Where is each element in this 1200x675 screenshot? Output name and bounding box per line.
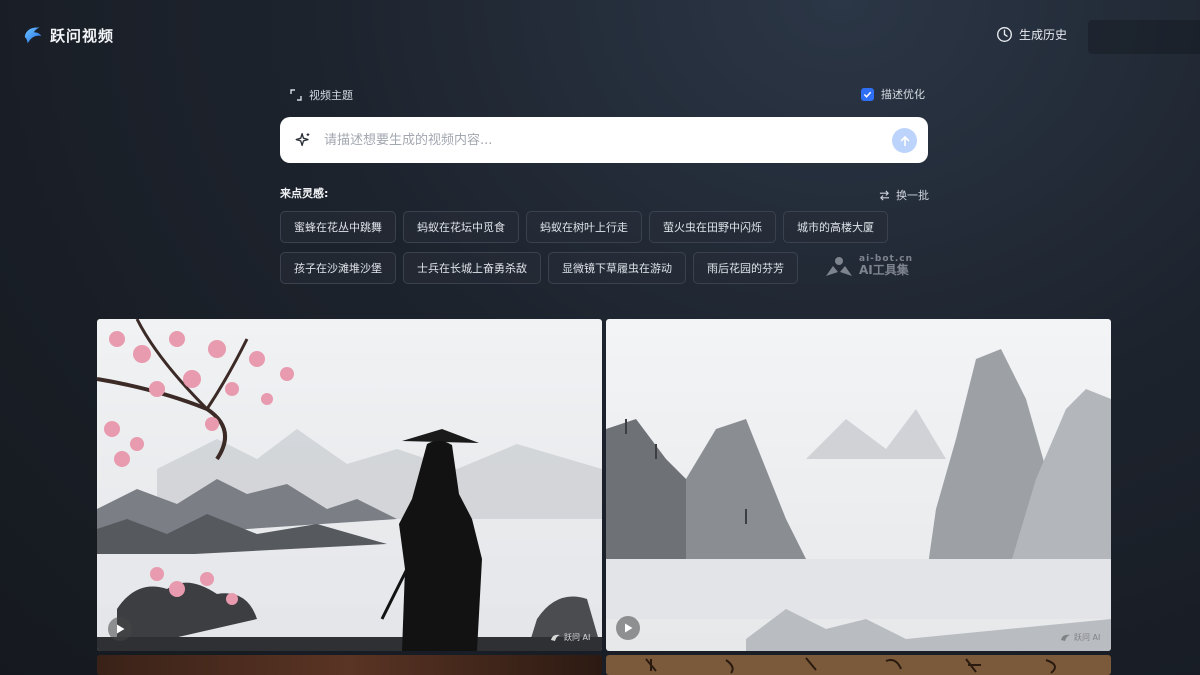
refresh-button[interactable]: 换一批: [879, 187, 929, 203]
video-card-partial[interactable]: [606, 655, 1111, 675]
dolphin-logo-icon: [24, 27, 42, 44]
chip-row-1: 蜜蜂在花丛中跳舞 蚂蚁在花坛中觅食 蚂蚁在树叶上行走 萤火虫在田野中闪烁 城市的…: [280, 211, 888, 243]
app-name: 跃问视频: [50, 26, 115, 45]
user-area[interactable]: [1088, 20, 1200, 54]
video-card-mountains[interactable]: 跃问 AI: [606, 319, 1111, 651]
clock-icon: [997, 27, 1012, 42]
refresh-label: 换一批: [896, 189, 929, 202]
video-thumbnail: [645, 657, 1056, 674]
inspiration-title: 来点灵感:: [280, 187, 329, 200]
sparkle-icon: [295, 133, 310, 147]
inspiration-chip[interactable]: 蚂蚁在树叶上行走: [526, 211, 642, 243]
inspiration-chip[interactable]: 城市的高楼大厦: [783, 211, 888, 243]
site-watermark: ai-bot.cn AI工具集: [824, 254, 913, 277]
inspiration-chip[interactable]: 蚂蚁在花坛中觅食: [403, 211, 519, 243]
optimize-checkbox[interactable]: [861, 87, 874, 101]
card-watermark: 跃问 AI: [1061, 632, 1100, 643]
watermark-logo-icon: [826, 256, 852, 276]
inspiration-chip[interactable]: 显微镜下草履虫在游动: [548, 252, 686, 284]
card-watermark-text: 跃问 AI: [1074, 633, 1101, 642]
check-icon: [863, 91, 872, 98]
play-icon: [116, 624, 124, 634]
play-button[interactable]: [616, 616, 640, 640]
expand-icon: [290, 89, 302, 101]
video-thumbnail: [606, 319, 1111, 651]
dolphin-logo-icon: [1061, 634, 1070, 641]
inspiration-chip[interactable]: 萤火虫在田野中闪烁: [649, 211, 776, 243]
video-topic-toggle[interactable]: 视频主题: [290, 87, 353, 103]
inspiration-chip[interactable]: 士兵在长城上奋勇杀敌: [403, 252, 541, 284]
chip-row-2: 孩子在沙滩堆沙堡 士兵在长城上奋勇杀敌 显微镜下草履虫在游动 雨后花园的芬芳: [280, 252, 798, 284]
inspiration-chip[interactable]: 孩子在沙滩堆沙堡: [280, 252, 396, 284]
dolphin-logo-icon: [551, 634, 560, 641]
arrow-up-icon: [900, 135, 909, 146]
send-button[interactable]: [892, 128, 917, 153]
optimize-description-toggle[interactable]: 描述优化: [861, 86, 925, 102]
watermark-name: AI工具集: [859, 263, 909, 277]
card-watermark-text: 跃问 AI: [564, 633, 591, 642]
app-logo[interactable]: 跃问视频: [22, 24, 114, 46]
optimize-label: 描述优化: [881, 88, 925, 101]
history-button[interactable]: 生成历史: [996, 26, 1067, 43]
top-bar: 跃问视频 生成历史: [0, 0, 1200, 70]
card-watermark: 跃问 AI: [551, 632, 590, 643]
video-topic-label: 视频主题: [309, 89, 353, 102]
inspiration-chip[interactable]: 蜜蜂在花丛中跳舞: [280, 211, 396, 243]
video-card-partial[interactable]: [97, 655, 602, 675]
video-card-samurai[interactable]: 跃问 AI: [97, 319, 602, 651]
video-thumbnail: [97, 319, 602, 651]
history-label: 生成历史: [1019, 28, 1068, 42]
swap-icon: [879, 190, 890, 200]
prompt-box: [280, 117, 928, 163]
play-button[interactable]: [108, 617, 132, 641]
inspiration-chip[interactable]: 雨后花园的芬芳: [693, 252, 798, 284]
play-icon: [624, 623, 632, 633]
prompt-input[interactable]: [324, 129, 884, 151]
